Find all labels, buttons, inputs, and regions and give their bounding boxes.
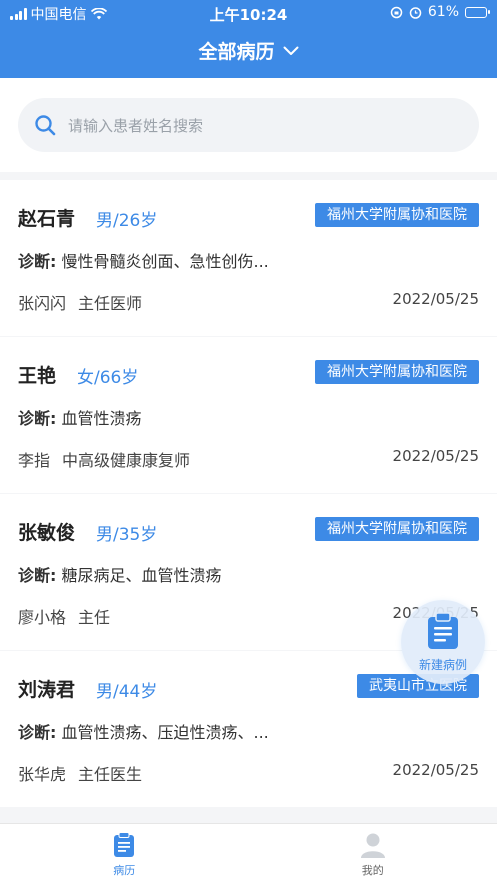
diagnosis: 诊断: 慢性骨髓炎创面、急性创伤... [18,248,269,272]
record-card[interactable]: 赵石青 男/26岁 福州大学附属协和医院 诊断: 慢性骨髓炎创面、急性创伤...… [0,180,497,336]
status-bar: 中国电信 上午10:24 61% [0,0,497,26]
tab-bar: 病历 我的 [0,823,497,883]
battery-icon [465,6,490,18]
doctor-title: 主任 [78,608,111,627]
doctor-title: 主任医师 [78,294,143,313]
chevron-down-icon [283,46,298,55]
doctor: 李指 中高级健康康复师 [18,447,190,471]
doctor-name: 廖小格 [18,608,67,627]
doctor-title: 主任医生 [78,765,143,784]
hospital-badge: 福州大学附属协和医院 [315,517,479,541]
user-icon [360,833,385,858]
record-card[interactable]: 王艳 女/66岁 福州大学附属协和医院 诊断: 血管性溃疡 李指 中高级健康康复师… [0,337,497,493]
tab-mine[interactable]: 我的 [249,824,497,883]
diagnosis-label: 诊断: [18,566,57,585]
tab-records[interactable]: 病历 [0,824,249,883]
record-date: 2022/05/25 [392,447,479,465]
patient-name: 张敏俊 [18,522,76,544]
diagnosis-label: 诊断: [18,409,57,428]
tab-mine-label: 我的 [361,864,384,877]
clipboard-icon [428,611,458,649]
patient-gender-age: 女/66岁 [77,368,139,388]
diagnosis: 诊断: 糖尿病足、血管性溃疡 [18,562,222,586]
header: 中国电信 上午10:24 61% 全部病历 [0,0,497,78]
patient-gender-age: 男/26岁 [96,211,158,231]
diagnosis-text: 血管性溃疡、压迫性溃疡、... [61,723,269,742]
search-input[interactable]: 请输入患者姓名搜索 [18,98,479,152]
diagnosis-text: 糖尿病足、血管性溃疡 [61,566,222,585]
search-placeholder: 请输入患者姓名搜索 [68,116,204,135]
battery-percent: 61% [427,4,459,20]
patient-name: 刘涛君 [18,679,76,701]
doctor-name: 张华虎 [18,765,67,784]
doctor: 张华虎 主任医生 [18,761,142,785]
alarm-icon [409,6,422,19]
search-section: 请输入患者姓名搜索 [0,78,497,172]
diagnosis: 诊断: 血管性溃疡、压迫性溃疡、... [18,719,269,743]
patient-gender-age: 男/44岁 [96,682,158,702]
tab-records-label: 病历 [113,864,136,877]
record-date: 2022/05/25 [392,290,479,308]
doctor-title: 中高级健康康复师 [62,451,191,470]
record-list: 赵石青 男/26岁 福州大学附属协和医院 诊断: 慢性骨髓炎创面、急性创伤...… [0,180,497,808]
diagnosis: 诊断: 血管性溃疡 [18,405,142,429]
doctor-name: 张闪闪 [18,294,67,313]
page-title-dropdown[interactable]: 全部病历 [0,37,497,64]
clipboard-icon [114,832,135,857]
hospital-badge: 福州大学附属协和医院 [315,203,479,227]
diagnosis-label: 诊断: [18,723,57,742]
doctor: 廖小格 主任 [18,604,110,628]
record-date: 2022/05/25 [392,761,479,779]
new-record-label: 新建病例 [418,657,467,672]
page-title: 全部病历 [198,41,275,63]
doctor: 张闪闪 主任医师 [18,290,142,314]
diagnosis-text: 血管性溃疡 [61,409,142,428]
search-icon [35,115,56,136]
patient-name: 赵石青 [18,208,76,230]
rotation-lock-icon [390,6,403,18]
doctor-name: 李指 [18,451,51,470]
new-record-button[interactable]: 新建病例 [401,600,485,684]
hospital-badge: 福州大学附属协和医院 [315,360,479,384]
patient-name: 王艳 [18,365,57,387]
diagnosis-text: 慢性骨髓炎创面、急性创伤... [61,252,269,271]
patient-gender-age: 男/35岁 [96,525,158,545]
diagnosis-label: 诊断: [18,252,57,271]
